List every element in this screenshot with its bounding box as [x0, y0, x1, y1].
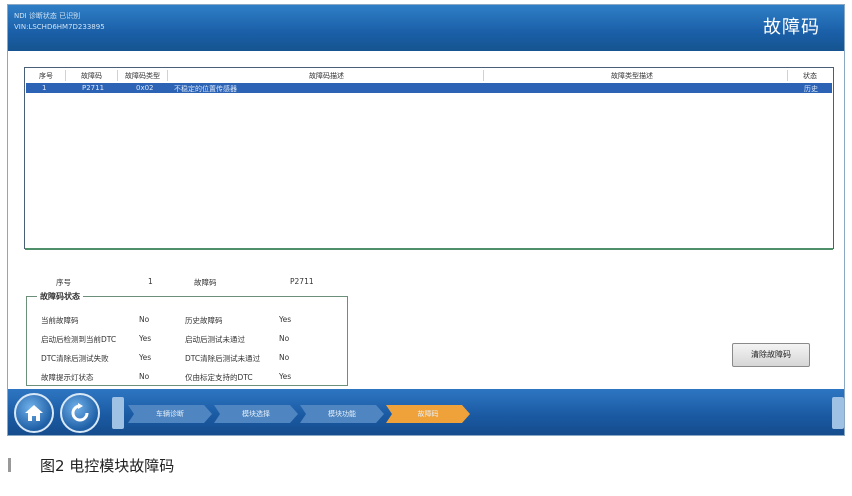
col-head-status: 状态 [803, 72, 817, 80]
back-button[interactable] [60, 393, 100, 433]
home-button[interactable] [14, 393, 54, 433]
status-value-not-passed-after-clear: No [279, 353, 290, 362]
status-value-detected-after-start: Yes [139, 334, 152, 343]
vin-label: VIN:LSCHD6HM7D233895 [14, 23, 105, 31]
status-value-calibration-only: Yes [279, 372, 292, 381]
col-head-type: 故障码类型 [125, 72, 160, 80]
bottom-nav-bar: 车辆诊断 模块选择 模块功能 故障码 [8, 389, 844, 435]
breadcrumb-dtc-active[interactable]: 故障码 [386, 405, 470, 423]
connection-status: NDI 诊断状态 已识别 [14, 12, 81, 20]
column-divider [167, 70, 168, 81]
figure-caption: 图2 电控模块故障码 [40, 457, 175, 475]
row-status: 历史 [804, 85, 818, 93]
col-head-index: 序号 [39, 72, 53, 80]
row-code: P2711 [82, 84, 105, 92]
dtc-table: 序号 故障码 故障码类型 故障码描述 故障类型描述 状态 1 P2711 0x0… [24, 67, 834, 250]
column-divider [787, 70, 788, 81]
col-head-desc: 故障码描述 [309, 72, 344, 80]
dtc-status-group: 故障码状态 当前故障码 No 历史故障码 Yes 启动后检测到当前DTC Yes… [26, 291, 348, 386]
row-type: 0x02 [136, 84, 154, 92]
col-head-code: 故障码 [81, 72, 102, 80]
status-value-failed-after-clear: Yes [139, 353, 152, 362]
status-group-title: 故障码状态 [37, 291, 83, 302]
breadcrumb-vehicle-diagnosis[interactable]: 车辆诊断 [128, 405, 212, 423]
breadcrumb-module-function[interactable]: 模块功能 [300, 405, 384, 423]
page-title: 故障码 [763, 17, 820, 38]
breadcrumb-module-select[interactable]: 模块选择 [214, 405, 298, 423]
clear-dtc-button[interactable]: 清除故障码 [732, 343, 810, 367]
status-label-history: 历史故障码 [185, 316, 223, 325]
status-label-detected-after-start: 启动后检测到当前DTC [41, 335, 117, 344]
home-icon [25, 405, 43, 421]
status-label-mil: 故障提示灯状态 [41, 373, 94, 382]
detail-code-value: P2711 [290, 277, 314, 286]
detail-code-label: 故障码 [194, 278, 217, 287]
col-head-fault-desc: 故障类型描述 [611, 72, 653, 80]
status-label-calibration-only: 仅由标定支持的DTC [185, 373, 253, 382]
status-value-current: No [139, 315, 150, 324]
detail-index-label: 序号 [56, 278, 71, 287]
breadcrumb-label: 车辆诊断 [156, 410, 184, 418]
diagnostic-screen: NDI 诊断状态 已识别 VIN:LSCHD6HM7D233895 故障码 序号… [7, 4, 845, 436]
row-desc: 不稳定的位置传感器 [174, 85, 237, 93]
status-value-mil: No [139, 372, 150, 381]
status-label-failed-after-clear: DTC清除后测试失败 [41, 354, 109, 363]
status-label-current: 当前故障码 [41, 316, 79, 325]
refresh-icon [71, 403, 89, 422]
caption-marker [8, 458, 11, 472]
table-bottom-border [25, 248, 833, 250]
detail-index-value: 1 [148, 277, 153, 286]
status-value-test-not-passed: No [279, 334, 290, 343]
row-index: 1 [42, 84, 47, 92]
column-divider [65, 70, 66, 81]
breadcrumb-label: 故障码 [417, 410, 439, 418]
header-bar: NDI 诊断状态 已识别 VIN:LSCHD6HM7D233895 故障码 [8, 5, 844, 51]
column-divider [483, 70, 484, 81]
table-row[interactable]: 1 P2711 0x02 不稳定的位置传感器 历史 [26, 83, 832, 93]
scroll-left-icon[interactable] [112, 397, 124, 429]
status-label-not-passed-after-clear: DTC清除后测试未通过 [185, 354, 261, 363]
breadcrumb-label: 模块选择 [242, 410, 270, 418]
scroll-right-icon[interactable] [832, 397, 844, 429]
status-label-test-not-passed: 启动后测试未通过 [185, 335, 245, 344]
breadcrumb-label: 模块功能 [328, 410, 356, 418]
status-value-history: Yes [279, 315, 292, 324]
column-divider [117, 70, 118, 81]
